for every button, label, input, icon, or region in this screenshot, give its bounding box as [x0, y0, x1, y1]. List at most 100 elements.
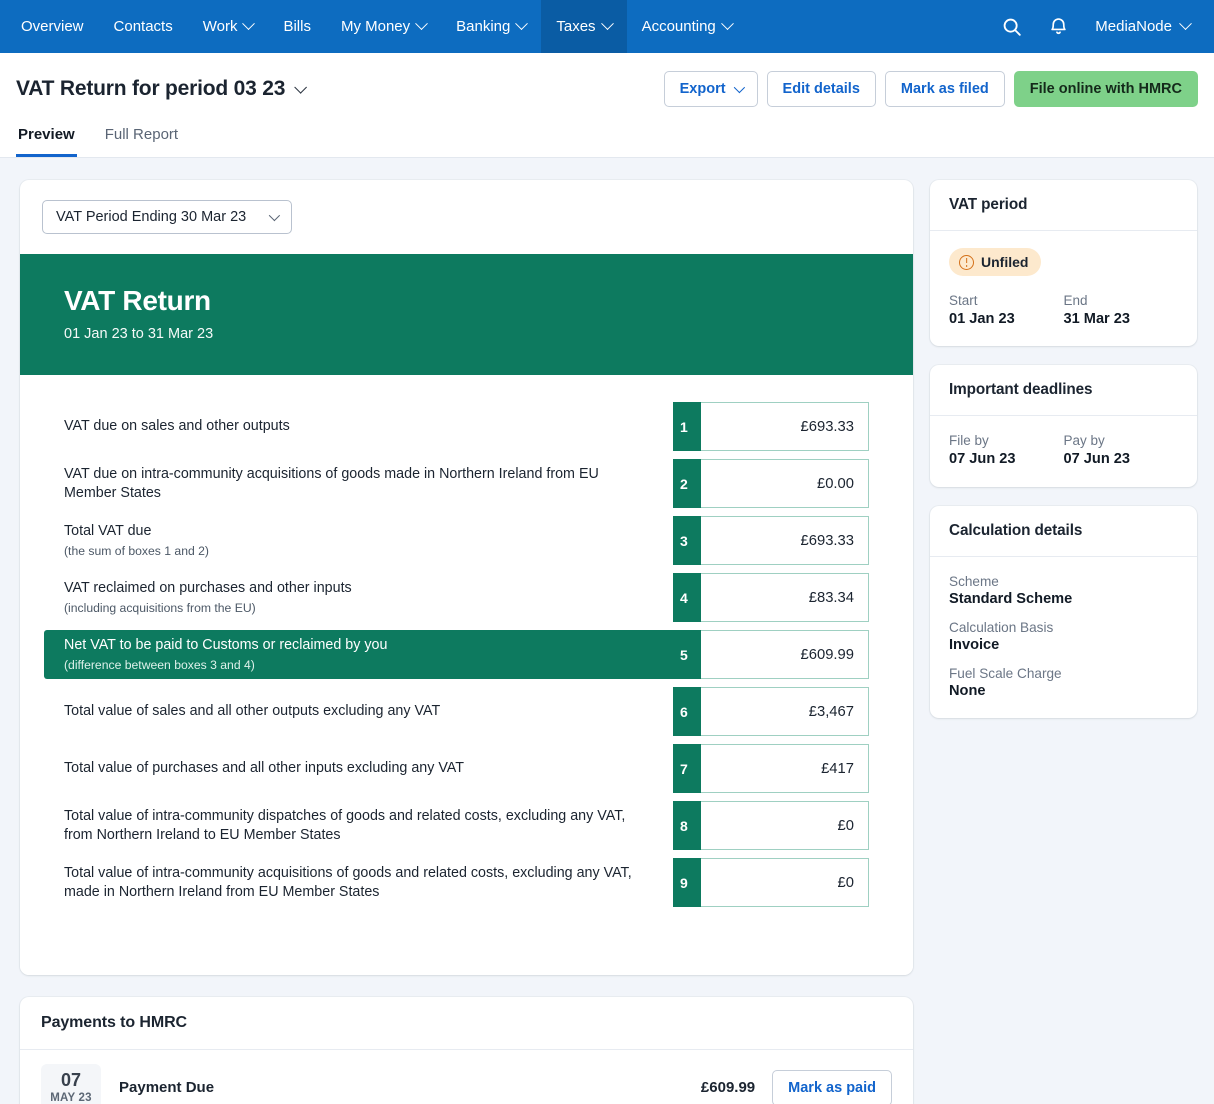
- user-menu[interactable]: MediaNode: [1083, 17, 1198, 35]
- vat-box-field: 6 £3,467: [673, 687, 869, 736]
- payment-amount: £609.99: [700, 1079, 756, 1097]
- payments-to-hmrc-card: Payments to HMRC 07 MAY 23 Payment Due £609…: [20, 997, 913, 1104]
- calculation-details-card: Calculation details Scheme Standard Sche…: [930, 506, 1197, 718]
- vat-box-value: £0: [701, 858, 869, 907]
- chevron-down-icon: [600, 17, 614, 31]
- vat-return-banner-title: VAT Return: [64, 285, 211, 316]
- vat-return-banner-subtitle: 01 Jan 23 to 31 Mar 23: [64, 326, 214, 342]
- vat-box-value: £0.00: [701, 459, 869, 508]
- vat-period-select-value: VAT Period Ending 30 Mar 23: [56, 209, 247, 225]
- vat-box-label-text: Total value of sales and all other outpu…: [64, 703, 441, 719]
- vat-box-value: £417: [701, 744, 869, 793]
- file-online-with-hmrc-button[interactable]: File online with HMRC: [1013, 70, 1198, 108]
- vat-box-field: 8 £0: [673, 801, 869, 850]
- vat-period-start-value: 01 Jan 23: [949, 311, 1015, 327]
- fuel-scale-charge-label: Fuel Scale Charge: [949, 666, 1062, 681]
- payments-rows: 07 MAY 23 Payment Due £609.99 Mark as paid: [20, 1050, 913, 1104]
- chevron-down-icon: [1179, 17, 1192, 31]
- chevron-down-icon: [242, 17, 256, 31]
- vat-return-card: VAT Period Ending 30 Mar 23 VAT Return 0…: [20, 180, 913, 975]
- calculation-details-title: Calculation details: [930, 506, 1197, 557]
- status-badge-label: Unfiled: [981, 254, 1029, 270]
- vat-box-value: £693.33: [701, 516, 869, 565]
- vat-box-label: Net VAT to be paid to Customs or reclaim…: [64, 636, 673, 673]
- vat-box-field: 7 £417: [673, 744, 869, 793]
- nav-item-my-money[interactable]: My Money: [326, 0, 441, 53]
- vat-box-row: VAT reclaimed on purchases and other inp…: [64, 573, 869, 622]
- mark-as-filed-button[interactable]: Mark as filed: [884, 70, 1005, 108]
- nav-item-accounting[interactable]: Accounting: [627, 0, 747, 53]
- edit-details-button[interactable]: Edit details: [766, 70, 876, 108]
- nav-item-banking[interactable]: Banking: [441, 0, 541, 53]
- vat-box-label-text: Total value of purchases and all other i…: [64, 760, 465, 776]
- chevron-down-icon: [415, 17, 429, 31]
- nav-item-label: Banking: [456, 18, 511, 35]
- page-title[interactable]: VAT Return for period 03 23: [16, 77, 308, 101]
- nav-item-label: Taxes: [556, 18, 596, 35]
- nav-item-label: Overview: [21, 18, 84, 35]
- scheme-value: Standard Scheme: [949, 591, 1073, 607]
- mark-as-filed-label: Mark as filed: [900, 80, 989, 97]
- vat-box-field: 2 £0.00: [673, 459, 869, 508]
- vat-box-label-text: VAT due on intra-community acquisitions …: [64, 465, 599, 501]
- vat-period-start: Start 01 Jan 23: [949, 293, 1064, 327]
- vat-box-label: VAT due on intra-community acquisitions …: [64, 465, 673, 503]
- vat-period-end: End 31 Mar 23: [1064, 293, 1179, 327]
- vat-period-select[interactable]: VAT Period Ending 30 Mar 23: [42, 200, 292, 234]
- vat-box-row: VAT due on sales and other outputs 1 £693.…: [64, 402, 869, 451]
- search-icon[interactable]: [991, 6, 1033, 48]
- export-button[interactable]: Export: [663, 70, 758, 108]
- payment-label: Payment Due: [119, 1079, 215, 1097]
- nav-items: Overview Contacts Work Bills My Money Banking…: [0, 0, 747, 53]
- calculation-basis-label: Calculation Basis: [949, 620, 1054, 635]
- vat-box-label-text: Total VAT due: [64, 522, 152, 539]
- page-title-text: VAT Return for period 03 23: [16, 77, 286, 100]
- page-actions: Export Edit details Mark as filed File o…: [663, 70, 1198, 108]
- vat-box-number: 1: [673, 402, 701, 451]
- deadline-pay-by-value: 07 Jun 23: [1063, 451, 1131, 467]
- scheme-label: Scheme: [949, 574, 999, 589]
- tab-preview[interactable]: Preview: [16, 122, 77, 157]
- nav-item-label: Contacts: [113, 18, 173, 35]
- vat-box-label: Total VAT due (the sum of boxes 1 and 2): [64, 522, 673, 559]
- deadline-file-by-value: 07 Jun 23: [949, 451, 1016, 467]
- vat-box-number: 7: [673, 744, 701, 793]
- deadline-file-by-label: File by: [949, 433, 989, 448]
- nav-item-overview[interactable]: Overview: [6, 0, 99, 53]
- vat-box-field: 1 £693.33: [673, 402, 869, 451]
- chevron-down-icon: [294, 80, 308, 94]
- vat-box-field: 4 £83.34: [673, 573, 869, 622]
- vat-box-sublabel: (the sum of boxes 1 and 2): [64, 543, 209, 558]
- vat-box-label: Total value of purchases and all other i…: [64, 759, 673, 778]
- edit-details-label: Edit details: [782, 80, 860, 97]
- nav-item-bills[interactable]: Bills: [268, 0, 326, 53]
- vat-box-number: 8: [673, 801, 701, 850]
- status-badge: Unfiled: [949, 248, 1042, 276]
- important-deadlines-card: Important deadlines File by 07 Jun 23 Pa…: [930, 365, 1197, 487]
- chevron-down-icon: [268, 209, 281, 222]
- warning-circle-icon: [959, 254, 974, 270]
- vat-period-card-title: VAT period: [930, 180, 1197, 231]
- vat-box-label-text: Total value of intra-community dispatche…: [64, 807, 626, 843]
- page-tabs: Preview Full Report: [16, 122, 1198, 157]
- vat-period-card-body: Unfiled Start 01 Jan 23 End 31 Mar 23: [930, 231, 1197, 346]
- payment-row: 07 MAY 23 Payment Due £609.99 Mark as paid: [20, 1050, 913, 1104]
- vat-box-number: 4: [673, 573, 701, 622]
- calculation-details-body: Scheme Standard Scheme Calculation Basis…: [930, 557, 1197, 718]
- nav-item-contacts[interactable]: Contacts: [99, 0, 188, 53]
- vat-box-label: VAT reclaimed on purchases and other inp…: [64, 579, 673, 616]
- vat-box-value: £693.33: [701, 402, 869, 451]
- chevron-down-icon: [720, 17, 734, 31]
- bell-icon[interactable]: [1037, 6, 1079, 48]
- vat-box-number: 9: [673, 858, 701, 907]
- nav-item-taxes[interactable]: Taxes: [541, 0, 627, 53]
- nav-item-work[interactable]: Work: [188, 0, 269, 53]
- mark-as-paid-button[interactable]: Mark as paid: [772, 1069, 892, 1104]
- payments-card-title: Payments to HMRC: [20, 997, 913, 1050]
- nav-item-label: Bills: [283, 18, 311, 35]
- top-navigation-bar: Overview Contacts Work Bills My Money Banking…: [0, 0, 1214, 53]
- vat-box-number: 5: [673, 630, 701, 679]
- tab-full-report[interactable]: Full Report: [103, 122, 180, 157]
- payment-month: MAY 23: [50, 1091, 92, 1104]
- vat-box-label: Total value of intra-community dispatche…: [64, 807, 673, 845]
